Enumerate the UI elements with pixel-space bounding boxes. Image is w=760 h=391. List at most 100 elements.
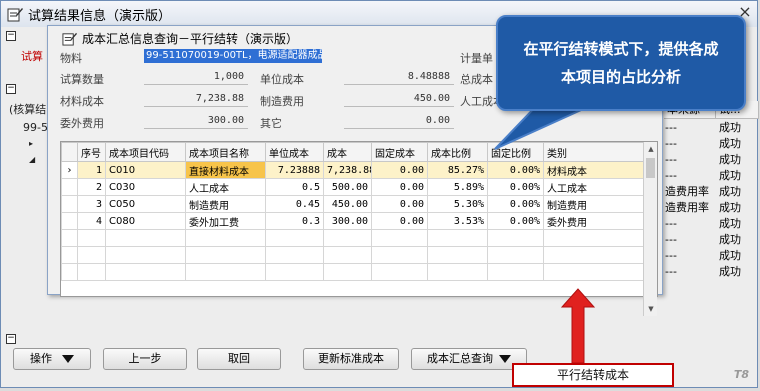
tree-collapse-icon[interactable]: ◢ [29, 155, 35, 164]
left-tree-row[interactable]: 99-5 [23, 121, 48, 134]
column-header[interactable]: 成本项目代码 [105, 142, 186, 162]
material-label: 物料 [60, 52, 82, 65]
total-cost-label: 总成本 [460, 73, 493, 86]
operate-label: 操作 [30, 352, 52, 365]
table-cell[interactable]: 0.3 [265, 212, 324, 230]
table-cell[interactable]: 委外加工费 [185, 212, 266, 230]
edit-form-icon [62, 32, 77, 46]
cost-items-grid: 序号 成本项目代码 成本项目名称 单位成本 成本 固定成本 成本比例 固定比例 … [60, 141, 658, 316]
table-cell[interactable]: 0.45 [265, 195, 324, 213]
table-row[interactable]: 3 C050 制造费用 0.45 450.00 0.00 5.30% 0.00%… [61, 195, 644, 213]
table-row[interactable]: › 1 C010 直接材料成本 7.23888 7,238.88 0.00 85… [61, 161, 644, 179]
table-cell[interactable]: 0.00 [371, 195, 428, 213]
table-row [61, 229, 644, 247]
row-selector-header [61, 142, 78, 162]
edit-form-icon [7, 8, 23, 22]
window-title: 试算结果信息（演示版） [28, 8, 172, 24]
version-watermark: T8 [733, 368, 749, 381]
column-header[interactable]: 成本项目名称 [185, 142, 266, 162]
column-header[interactable]: 成本 [323, 142, 372, 162]
row-marker [61, 195, 78, 213]
table-row[interactable]: 4 C080 委外加工费 0.3 300.00 0.00 3.53% 0.00%… [61, 212, 644, 230]
table-cell[interactable]: 4 [77, 212, 106, 230]
collapse-icon[interactable]: − [6, 334, 16, 344]
table-cell[interactable]: 1 [77, 161, 106, 179]
unit-cost-label: 单位成本 [260, 73, 304, 86]
table-cell[interactable]: 制造费用 [543, 195, 644, 213]
callout-bubble: 在平行结转模式下，提供各成 本项目的占比分析 [496, 15, 746, 111]
table-cell[interactable]: 450.00 [323, 195, 372, 213]
table-cell[interactable]: 委外费用 [543, 212, 644, 230]
collapse-icon[interactable]: − [6, 84, 16, 94]
outsource-label: 委外费用 [60, 117, 104, 130]
chevron-down-icon [62, 355, 74, 363]
operate-button[interactable]: 操作 [13, 348, 91, 370]
outsource-field[interactable]: 300.00 [144, 113, 248, 129]
table-cell[interactable]: 300.00 [323, 212, 372, 230]
chevron-down-icon [499, 355, 511, 363]
table-cell[interactable]: 2 [77, 178, 106, 196]
update-standard-cost-button[interactable]: 更新标准成本 [303, 348, 399, 370]
row-marker [61, 212, 78, 230]
table-cell[interactable]: C010 [105, 161, 186, 179]
column-header[interactable]: 类别 [543, 142, 644, 162]
table-cell[interactable]: 0.00% [487, 212, 544, 230]
row-marker: › [61, 161, 78, 179]
cost-summary-query-button[interactable]: 成本汇总查询 [411, 348, 527, 370]
collapse-icon[interactable]: − [6, 31, 16, 41]
table-cell[interactable]: 0.5 [265, 178, 324, 196]
callout-line-1: 在平行结转模式下，提供各成 [523, 40, 719, 58]
prev-step-button[interactable]: 上一步 [103, 348, 187, 370]
material-cost-label: 材料成本 [60, 95, 104, 108]
row-marker [61, 178, 78, 196]
table-cell[interactable]: 3.53% [427, 212, 488, 230]
scroll-thumb[interactable] [646, 158, 655, 178]
table-cell[interactable]: 5.89% [427, 178, 488, 196]
table-cell[interactable]: 人工成本 [543, 178, 644, 196]
trial-label: 试算 [21, 50, 43, 63]
table-cell[interactable]: 0.00 [371, 178, 428, 196]
table-cell[interactable]: 7.23888 [265, 161, 324, 179]
scroll-down-icon[interactable]: ▼ [644, 302, 658, 316]
table-cell[interactable]: 3 [77, 195, 106, 213]
table-cell[interactable]: C050 [105, 195, 186, 213]
table-cell[interactable]: 材料成本 [543, 161, 644, 179]
table-cell[interactable]: 0.00% [487, 195, 544, 213]
qty-field[interactable]: 1,000 [144, 69, 248, 85]
table-cell[interactable]: C030 [105, 178, 186, 196]
material-field[interactable]: 99-511070019-00TL，电源适配器成品 [144, 49, 322, 63]
other-field[interactable]: 0.00 [344, 113, 454, 129]
table-cell[interactable]: 7,238.88 [323, 161, 372, 179]
table-cell[interactable]: 制造费用 [185, 195, 266, 213]
scroll-up-icon[interactable]: ▲ [644, 142, 658, 156]
unit-cost-field[interactable]: 8.48888 [344, 69, 454, 85]
column-header[interactable]: 成本比例 [427, 142, 488, 162]
table-cell[interactable]: 0.00% [487, 161, 544, 179]
column-header[interactable]: 序号 [77, 142, 106, 162]
table-cell[interactable]: 0.00% [487, 178, 544, 196]
table-row[interactable]: 2 C030 人工成本 0.5 500.00 0.00 5.89% 0.00% … [61, 178, 644, 196]
qty-label: 试算数量 [60, 73, 104, 86]
column-header[interactable]: 固定比例 [487, 142, 544, 162]
material-cost-field[interactable]: 7,238.88 [144, 91, 248, 107]
table-cell[interactable]: 直接材料成本 [185, 161, 266, 179]
cost-query-label: 成本汇总查询 [427, 352, 493, 365]
main-window: 试算结果信息（演示版） × − 试算 − (核算结 99-5 ▸ ◢ 本来源 试… [0, 0, 759, 388]
table-cell[interactable]: 5.30% [427, 195, 488, 213]
table-cell[interactable]: 500.00 [323, 178, 372, 196]
tree-expand-icon[interactable]: ▸ [29, 139, 33, 148]
table-cell[interactable]: 0.00 [371, 161, 428, 179]
mfg-cost-field[interactable]: 450.00 [344, 91, 454, 107]
left-header: (核算结 [9, 103, 47, 116]
retrieve-button[interactable]: 取回 [197, 348, 281, 370]
bg-source-column: --- --- --- --- 造费用率 造费用率 --- --- --- --- [665, 121, 709, 278]
table-cell[interactable]: 85.27% [427, 161, 488, 179]
vertical-scrollbar[interactable]: ▲ ▼ [643, 142, 657, 316]
table-cell[interactable]: C080 [105, 212, 186, 230]
column-header[interactable]: 单位成本 [265, 142, 324, 162]
table-row [61, 263, 644, 281]
table-cell[interactable]: 人工成本 [185, 178, 266, 196]
table-row [61, 246, 644, 264]
column-header[interactable]: 固定成本 [371, 142, 428, 162]
table-cell[interactable]: 0.00 [371, 212, 428, 230]
